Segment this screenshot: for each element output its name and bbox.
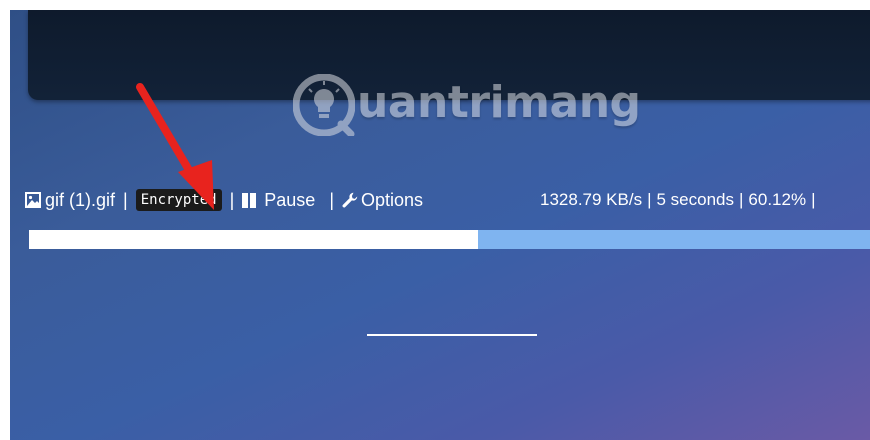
progress-bar <box>29 230 870 249</box>
file-name: gif (1).gif <box>45 189 116 210</box>
app-stage: uantrimang gif (1).gif | Encrypted | Pau… <box>10 10 870 440</box>
time-remaining: 5 seconds <box>656 190 735 209</box>
options-label: Options <box>361 189 424 210</box>
separator: | <box>123 189 128 210</box>
divider-line <box>367 334 537 336</box>
progress-bar-fill <box>29 230 478 249</box>
separator: | <box>329 189 334 210</box>
transfer-stats: 1328.79 KB/s | 5 seconds | 60.12% | <box>540 186 821 214</box>
separator: | <box>647 190 652 209</box>
progress-percent: 60.12% <box>748 190 807 209</box>
image-file-icon <box>25 192 41 208</box>
transfer-speed: 1328.79 KB/s <box>540 190 643 209</box>
pause-button[interactable]: Pause <box>242 190 315 211</box>
pause-label: Pause <box>264 189 316 210</box>
red-arrow-annotation <box>136 83 214 210</box>
separator: | <box>811 190 816 209</box>
separator: | <box>739 190 744 209</box>
pause-icon <box>242 192 258 208</box>
options-button[interactable]: Options <box>342 190 423 211</box>
separator: | <box>229 189 235 210</box>
wrench-icon <box>342 192 358 208</box>
